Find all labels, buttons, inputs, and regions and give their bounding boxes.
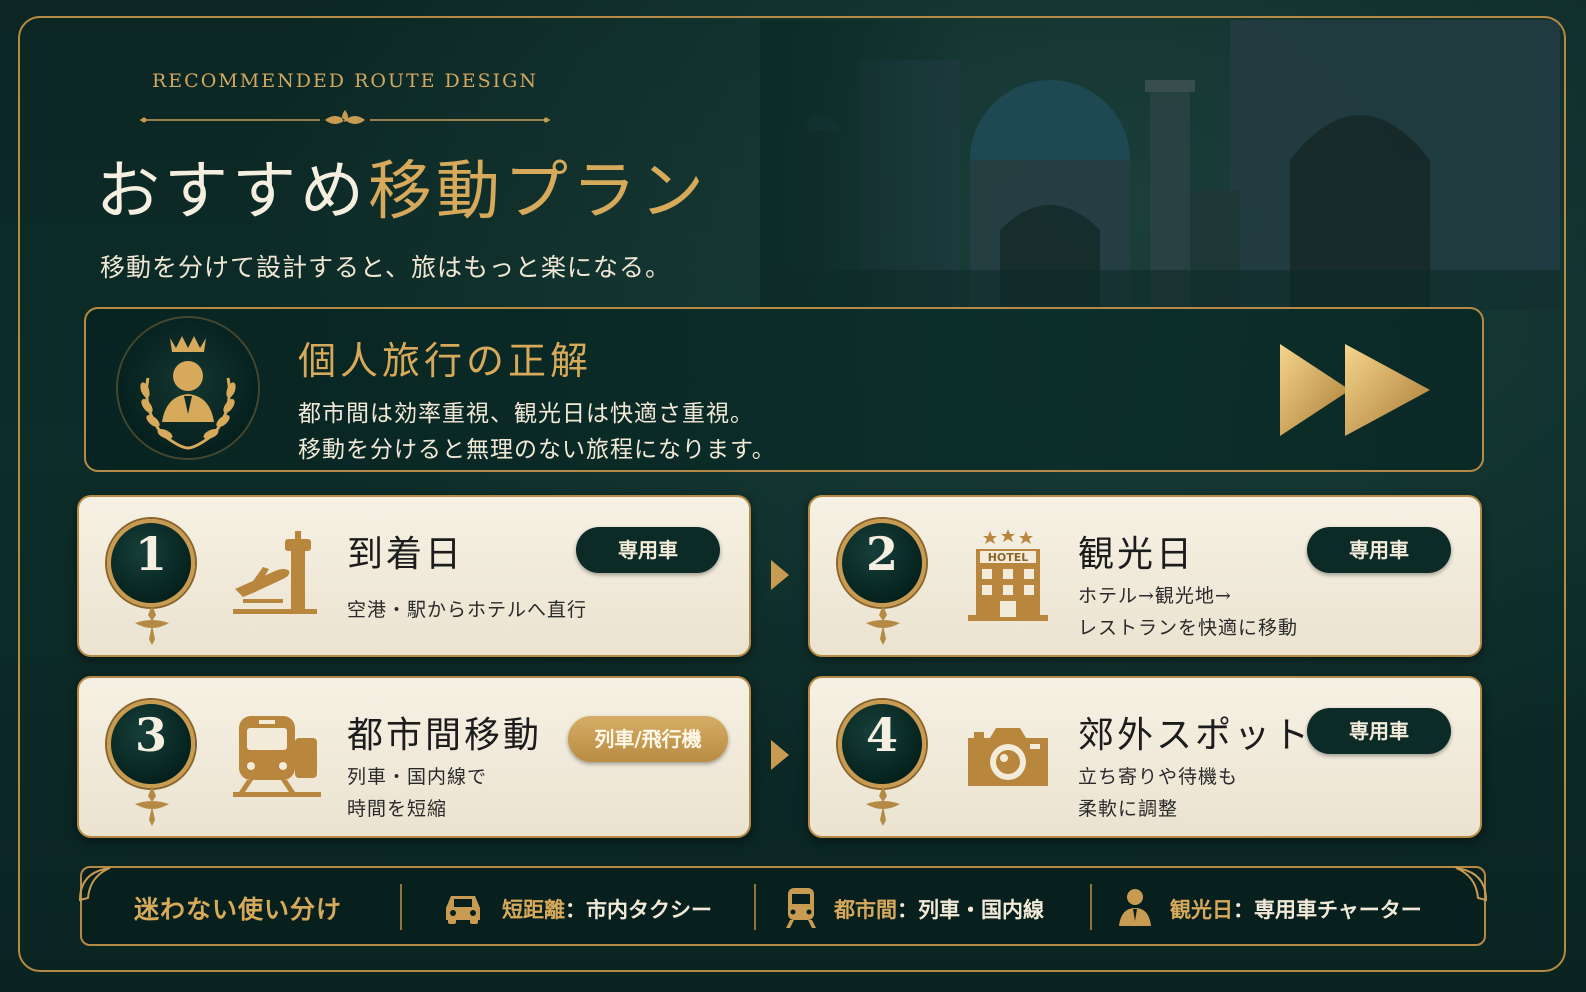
transport-badge: 列車/飛行機 — [568, 716, 728, 762]
usage-value: ：市内タクシー — [565, 898, 712, 922]
step-description-line-2: 柔軟に調整 — [1078, 798, 1179, 820]
step-number: 1 — [134, 527, 167, 581]
divider — [1090, 884, 1092, 930]
transport-badge: 専用車 — [576, 527, 720, 573]
corner-ornament-icon — [1455, 867, 1488, 902]
usage-key: 都市間 — [834, 898, 897, 922]
step-description: 空港・駅からホテルへ直行 — [347, 599, 588, 621]
usage-key: 観光日 — [1170, 898, 1233, 922]
step-description-line-1: 列車・国内線で — [347, 766, 488, 788]
medal-ornament-icon — [866, 786, 900, 826]
step-title: 到着日 — [347, 534, 465, 575]
usage-item-2: 都市間：列車・国内線 — [834, 894, 1044, 924]
arrow-right-icon — [771, 740, 789, 770]
ornament-divider — [140, 110, 550, 124]
step-description-line-1: ホテル→観光地→ — [1078, 585, 1232, 607]
step-number-medal: 2 — [836, 519, 932, 645]
medal-ornament-icon — [135, 786, 169, 826]
divider — [754, 884, 756, 930]
chauffeur-icon — [1119, 889, 1151, 926]
page-title: おすすめ移動プラン — [96, 150, 708, 234]
arrow-right-icon — [771, 560, 789, 590]
step-description-line-1: 立ち寄りや待機も — [1078, 766, 1239, 788]
step-title: 郊外スポット — [1078, 715, 1313, 756]
step-title: 観光日 — [1078, 534, 1196, 575]
step-card-1: 1 到着日 空港・駅からホテルへ直行 専用車 — [77, 495, 751, 657]
step-card-2: 2 HOTEL 観光日 ホテル→観光地→ レストランを快適に移動 専用車 — [808, 495, 1482, 657]
hero-emblem — [118, 318, 258, 458]
step-number-medal: 1 — [105, 519, 201, 645]
hero-title: 個人旅行の正解 — [298, 339, 593, 383]
step-card-4: 4 郊外スポット 立ち寄りや待機も 柔軟に調整 専用車 — [808, 676, 1482, 838]
eyebrow-label: RECOMMENDED ROUTE DESIGN — [152, 70, 538, 92]
person-laurel-icon — [140, 336, 236, 450]
usage-key: 短距離 — [502, 898, 565, 922]
title-part-1: おすすめ — [96, 155, 368, 229]
usage-summary-title: 迷わない使い分け — [134, 895, 343, 924]
step-title: 都市間移動 — [347, 715, 543, 756]
hero-description-line-2: 移動を分けると無理のない旅程になります。 — [298, 437, 776, 463]
step-number-medal: 3 — [105, 700, 201, 826]
fast-forward-icon — [1280, 344, 1430, 436]
step-card-3: 3 都市間移動 列車・国内線で 時間を短縮 列車/飛行機 — [77, 676, 751, 838]
usage-item-3: 観光日：専用車チャーター — [1170, 894, 1422, 924]
step-number: 3 — [134, 708, 167, 762]
hero-description-line-1: 都市間は効率重視、観光日は快適さ重視。 — [298, 401, 754, 427]
step-description-line-2: 時間を短縮 — [347, 798, 448, 820]
step-number: 4 — [865, 708, 898, 762]
transport-badge: 専用車 — [1307, 527, 1451, 573]
hotel-sign: HOTEL — [988, 551, 1029, 564]
step-description-line-2: レストランを快適に移動 — [1078, 617, 1299, 639]
hotel-icon: HOTEL — [968, 529, 1048, 621]
train-icon — [786, 888, 816, 928]
corner-ornament-icon — [78, 867, 111, 902]
step-number: 2 — [865, 527, 898, 581]
medal-ornament-icon — [866, 605, 900, 645]
train-icon — [233, 716, 321, 797]
page-subtitle: 移動を分けて設計すると、旅はもっと楽になる。 — [100, 253, 672, 282]
usage-value: ：列車・国内線 — [897, 898, 1044, 922]
camera-icon — [968, 728, 1048, 786]
transport-badge: 専用車 — [1307, 708, 1451, 754]
step-number-medal: 4 — [836, 700, 932, 826]
usage-item-1: 短距離：市内タクシー — [502, 894, 712, 924]
usage-value: ：専用車チャーター — [1233, 898, 1422, 922]
taxi-icon — [446, 896, 480, 924]
medal-ornament-icon — [135, 605, 169, 645]
title-part-2: 移動プラン — [368, 155, 708, 229]
airplane-departure-icon — [233, 531, 317, 614]
divider — [400, 884, 402, 930]
